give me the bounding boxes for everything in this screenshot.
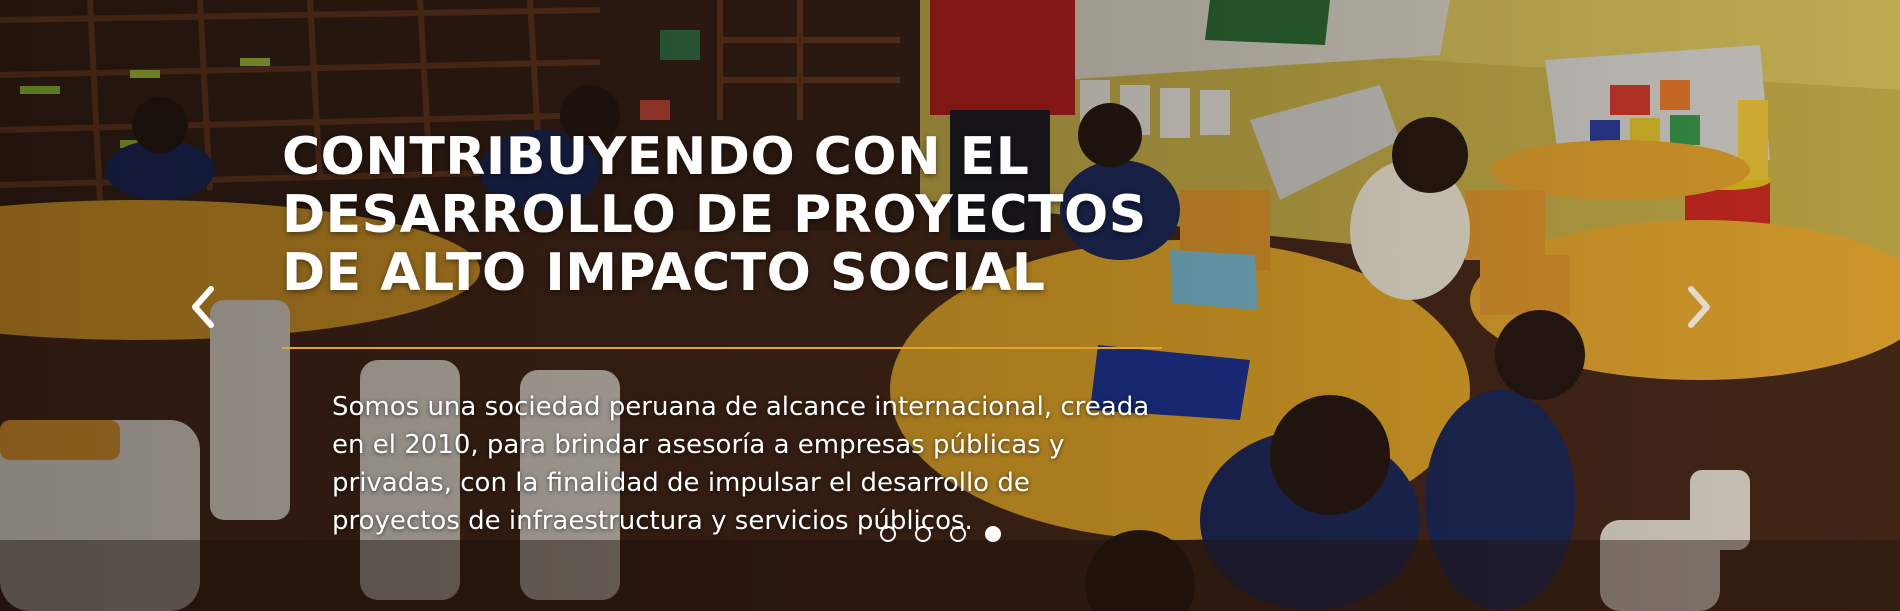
slide-description-line: proyectos de infraestructura y servicios… <box>332 506 973 536</box>
slide-title-line: DE ALTO IMPACTO SOCIAL <box>282 243 1046 303</box>
slider-next-button[interactable] <box>1680 282 1720 332</box>
slide-title: CONTRIBUYENDO CON EL DESARROLLO DE PROYE… <box>282 128 1162 302</box>
slide-title-line: DESARROLLO DE PROYECTOS <box>282 185 1147 245</box>
chevron-right-icon <box>1688 286 1710 328</box>
title-divider <box>282 347 1162 349</box>
slide-title-line: CONTRIBUYENDO CON EL <box>282 127 1030 187</box>
slide-description-line: Somos una sociedad peruana de alcance in… <box>332 392 1150 422</box>
chevron-left-icon <box>192 286 214 328</box>
slider-dot-4[interactable] <box>985 526 1001 542</box>
slide-description: Somos una sociedad peruana de alcance in… <box>332 388 1150 540</box>
slider-prev-button[interactable] <box>182 282 222 332</box>
slider-pagination <box>880 526 1001 542</box>
slide-description-line: privadas, con la finalidad de impulsar e… <box>332 468 1030 498</box>
slider-dot-1[interactable] <box>880 526 896 542</box>
hero-slider: CONTRIBUYENDO CON EL DESARROLLO DE PROYE… <box>0 0 1900 611</box>
slide-description-line: en el 2010, para brindar asesoría a empr… <box>332 430 1065 460</box>
slider-dot-2[interactable] <box>915 526 931 542</box>
slider-dot-3[interactable] <box>950 526 966 542</box>
